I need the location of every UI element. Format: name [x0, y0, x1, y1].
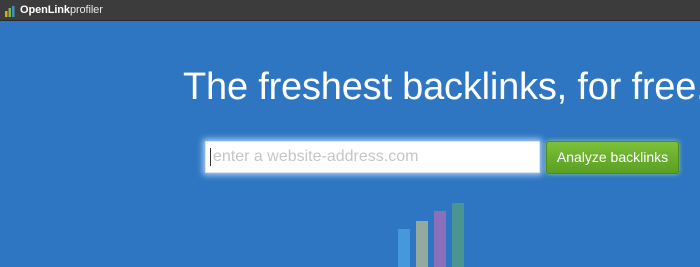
bar-chart-icon — [398, 203, 468, 267]
website-address-input[interactable] — [205, 141, 540, 173]
logo-text-bold: OpenLink — [20, 4, 70, 16]
decor-bar-4 — [452, 203, 464, 267]
text-caret — [210, 148, 211, 166]
decor-bar-3 — [434, 211, 446, 267]
hero-section: The freshest backlinks, for free. Analyz… — [0, 21, 700, 267]
decor-bar-1 — [398, 229, 410, 267]
analyze-backlinks-button[interactable]: Analyze backlinks — [546, 141, 679, 174]
decor-bar-2 — [416, 221, 428, 267]
logo-text: OpenLinkprofiler — [20, 3, 103, 18]
top-bar: OpenLinkprofiler — [0, 0, 700, 21]
openlink-logo[interactable]: OpenLinkprofiler — [5, 3, 103, 18]
page-title: The freshest backlinks, for free. — [183, 66, 700, 108]
logo-text-light: profiler — [69, 4, 103, 16]
bar-chart-icon — [5, 5, 15, 17]
